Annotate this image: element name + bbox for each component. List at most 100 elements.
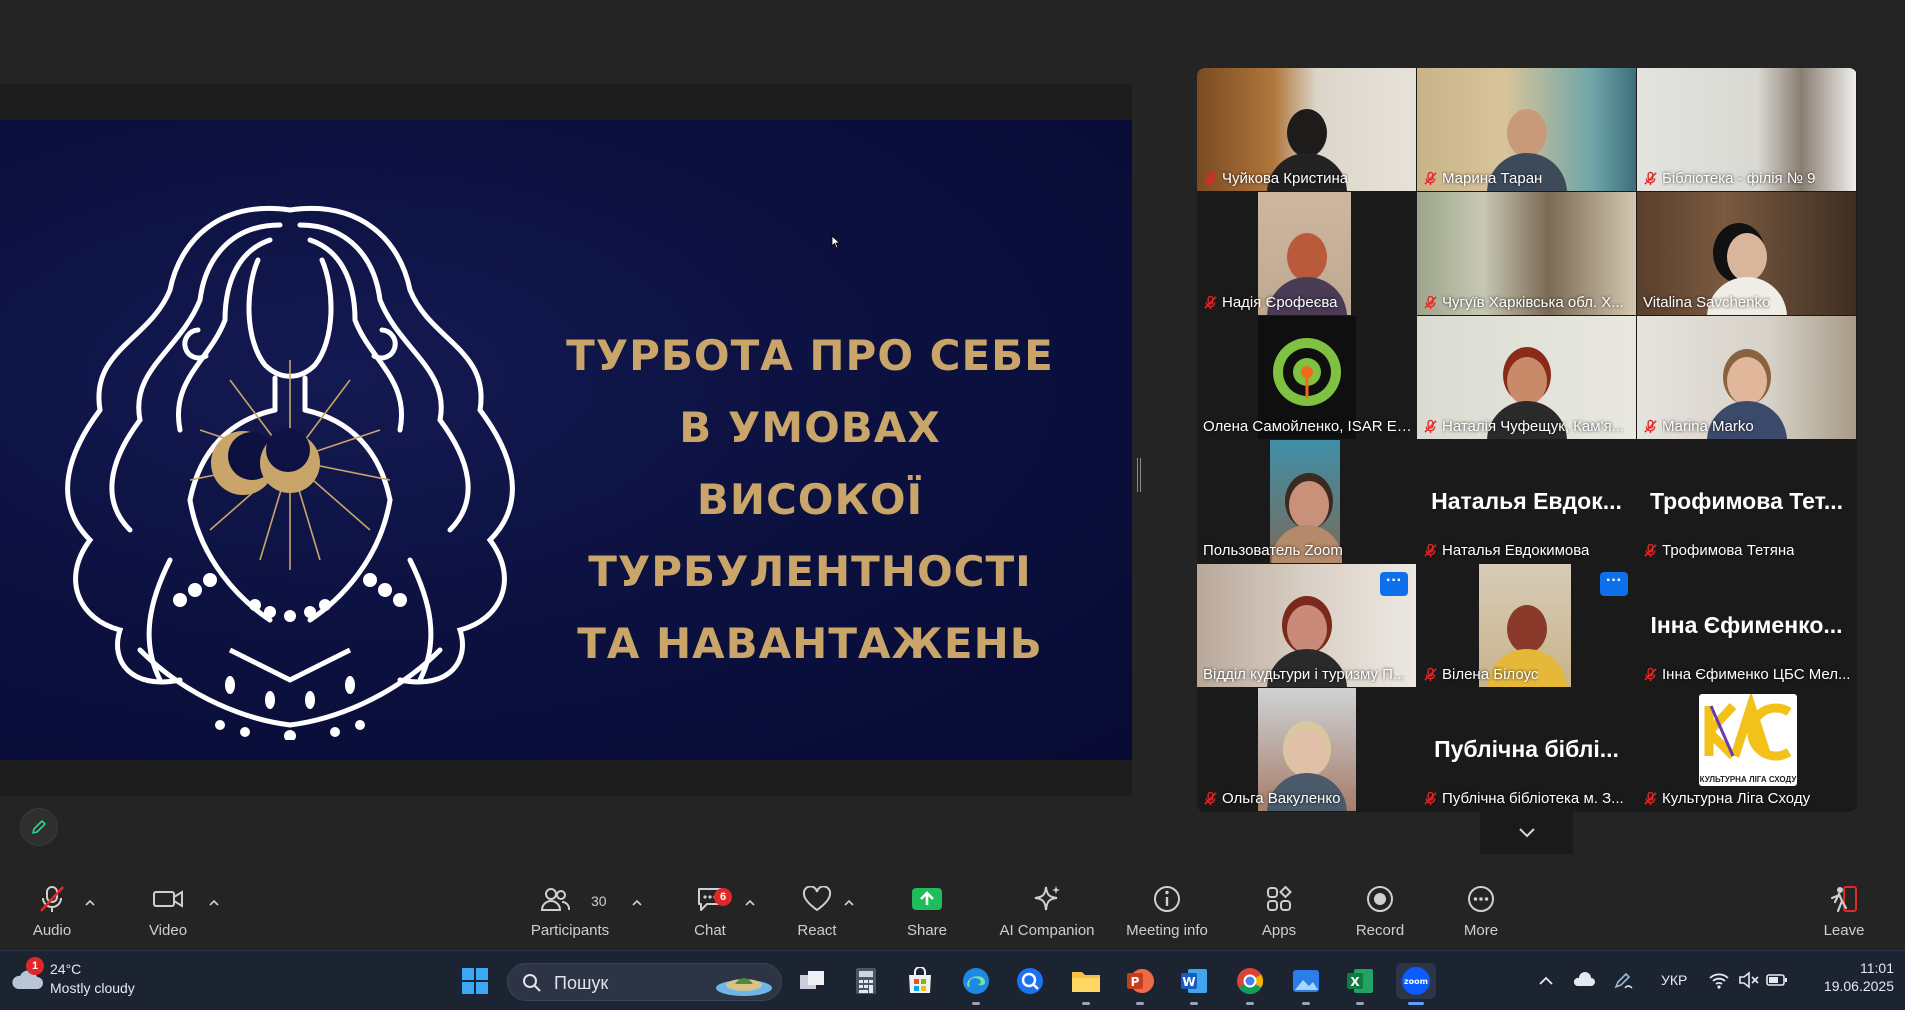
apps-button[interactable]: Apps — [1258, 882, 1300, 944]
weather-temperature: 24°C — [50, 961, 82, 977]
photos-app[interactable] — [1286, 963, 1326, 1005]
running-indicator — [1190, 1002, 1198, 1005]
participant-tile[interactable]: Надія Єрофеєва — [1197, 192, 1416, 315]
speaker-muted-icon[interactable] — [1738, 971, 1760, 989]
meeting-toolbar: Audio Video Participants 30 Chat 6 React… — [0, 876, 1905, 950]
chevron-down-icon — [1518, 828, 1535, 838]
mic-muted-icon — [1424, 419, 1437, 434]
input-language-indicator[interactable]: УКР — [1661, 972, 1687, 988]
store-bag-icon — [909, 967, 931, 993]
participant-tile[interactable]: Публічна біблі... Публічна бібліотека м.… — [1417, 688, 1636, 811]
slide-title-line: ТУРБУЛЕНТНОСТІ — [588, 547, 1032, 596]
microsoft-store-app[interactable] — [900, 963, 940, 999]
taskbar-search-box[interactable]: Пошук — [507, 963, 782, 1001]
participant-tile[interactable]: Трофимова Тет... Трофимова Тетяна — [1637, 440, 1856, 563]
participant-tile[interactable]: Наталія Чуфещук, Кам'я... — [1417, 316, 1636, 439]
react-label: React — [797, 922, 837, 939]
bing-search-app[interactable] — [1010, 963, 1050, 999]
mic-muted-icon — [1644, 667, 1657, 682]
battery-icon[interactable] — [1766, 972, 1788, 988]
chrome-browser-app[interactable] — [1230, 963, 1270, 1005]
annotate-button[interactable] — [20, 808, 58, 846]
participants-options-caret-icon[interactable] — [630, 896, 644, 910]
participant-tile[interactable]: Марина Таран — [1417, 68, 1636, 191]
react-options-caret-icon[interactable] — [842, 896, 856, 910]
participant-tile[interactable]: ··· Відділ кудьтури і туризму П... — [1197, 564, 1416, 687]
svg-text:W: W — [1182, 975, 1195, 989]
video-options-caret-icon[interactable] — [207, 896, 221, 910]
audio-label: Audio — [32, 922, 72, 939]
pen-input-icon[interactable] — [1612, 971, 1634, 991]
shared-screen[interactable]: ТУРБОТА ПРО СЕБЕ В УМОВАХ ВИСОКОЇ ТУРБУЛ… — [0, 84, 1132, 796]
participant-tile[interactable]: Бібліотека - філія № 9 — [1637, 68, 1856, 191]
onedrive-cloud-icon[interactable] — [1572, 971, 1596, 989]
participant-name: Інна Єфименко ЦБС Мел... — [1662, 666, 1851, 683]
tile-more-options-button[interactable]: ··· — [1380, 572, 1408, 596]
gallery-next-page-button[interactable] — [1480, 812, 1573, 854]
leave-meeting-button[interactable]: Leave — [1820, 882, 1868, 944]
file-explorer-app[interactable] — [1066, 963, 1106, 1005]
task-view-icon — [800, 971, 824, 989]
record-button[interactable]: Record — [1354, 882, 1406, 944]
participant-name: Відділ кудьтури і туризму П... — [1203, 666, 1406, 683]
participant-tile[interactable]: Marina Marko — [1637, 316, 1856, 439]
slide-title: ТУРБОТА ПРО СЕБЕ В УМОВАХ ВИСОКОЇ ТУРБУЛ… — [560, 320, 1060, 680]
weather-description: Mostly cloudy — [50, 980, 135, 996]
audio-button[interactable]: Audio — [26, 882, 78, 944]
kls-logo-text: КУЛЬТУРНА ЛІГА СХОДУ — [1699, 775, 1797, 784]
mic-muted-icon — [1644, 543, 1657, 558]
zoom-app-active[interactable]: zoom — [1396, 963, 1436, 1005]
meeting-info-button[interactable]: Meeting info — [1122, 882, 1212, 944]
participant-tile-active-speaker[interactable]: Vitalina Savchenko — [1637, 192, 1856, 315]
participant-tile[interactable]: Пользователь Zoom — [1197, 440, 1416, 563]
participant-tile[interactable]: Чуйкова Кристина — [1197, 68, 1416, 191]
edge-browser-app[interactable] — [956, 963, 996, 1005]
panel-resize-handle[interactable] — [1137, 458, 1141, 492]
participant-name: Надія Єрофеєва — [1222, 294, 1338, 311]
participant-tile[interactable]: Олена Самойленко, ISAR Ed... — [1197, 316, 1416, 439]
participant-name: Олена Самойленко, ISAR Ed... — [1203, 418, 1412, 435]
task-view-button[interactable] — [792, 963, 832, 999]
ai-companion-button[interactable]: AI Companion — [996, 882, 1098, 944]
excel-app[interactable]: X — [1340, 963, 1380, 1005]
chat-options-caret-icon[interactable] — [743, 896, 757, 910]
audio-options-caret-icon[interactable] — [83, 896, 97, 910]
participant-tile[interactable]: ··· Вілена Білоус — [1417, 564, 1636, 687]
active-indicator — [1408, 1002, 1424, 1005]
clock[interactable]: 11:01 19.06.2025 — [1808, 960, 1894, 994]
svg-text:P: P — [1131, 975, 1140, 989]
more-button[interactable]: More — [1460, 882, 1502, 944]
mic-muted-icon — [1424, 171, 1437, 186]
leave-door-icon — [1830, 886, 1857, 913]
presentation-slide: ТУРБОТА ПРО СЕБЕ В УМОВАХ ВИСОКОЇ ТУРБУЛ… — [0, 120, 1132, 760]
slide-title-line: В УМОВАХ ВИСОКОЇ — [679, 403, 941, 524]
calculator-app[interactable] — [846, 963, 886, 999]
running-indicator — [1136, 1002, 1144, 1005]
running-indicator — [1246, 1002, 1254, 1005]
share-screen-button[interactable]: Share — [900, 882, 954, 944]
chat-label: Chat — [694, 922, 726, 939]
participant-tile[interactable]: Наталья Евдок... Наталья Евдокимова — [1417, 440, 1636, 563]
chevron-up-icon[interactable] — [1538, 975, 1554, 987]
excel-icon: X — [1347, 969, 1373, 993]
video-button[interactable]: Video — [140, 882, 196, 944]
running-indicator — [1356, 1002, 1364, 1005]
react-button[interactable]: React — [792, 882, 842, 944]
tile-more-options-button[interactable]: ··· — [1600, 572, 1628, 596]
apps-label: Apps — [1261, 922, 1297, 939]
mouse-pointer-icon — [831, 235, 841, 249]
wifi-icon[interactable] — [1708, 971, 1730, 989]
clock-time: 11:01 — [1860, 960, 1894, 976]
participant-name: Пользователь Zoom — [1203, 542, 1343, 559]
chrome-icon — [1237, 968, 1264, 995]
word-app[interactable]: W — [1174, 963, 1214, 1005]
participant-tile[interactable]: КУЛЬТУРНА ЛІГА СХОДУ Культурна Ліга Сход… — [1637, 688, 1856, 811]
mic-muted-icon — [1644, 171, 1657, 186]
running-indicator — [972, 1002, 980, 1005]
participants-button[interactable]: Participants — [528, 882, 612, 944]
start-button[interactable] — [455, 963, 495, 999]
participant-tile[interactable]: Ольга Вакуленко — [1197, 688, 1416, 811]
participant-tile[interactable]: Інна Єфименко... Інна Єфименко ЦБС Мел..… — [1637, 564, 1856, 687]
participant-tile[interactable]: Чугуїв Харківська обл. Х... — [1417, 192, 1636, 315]
powerpoint-app[interactable]: P — [1120, 963, 1160, 1005]
